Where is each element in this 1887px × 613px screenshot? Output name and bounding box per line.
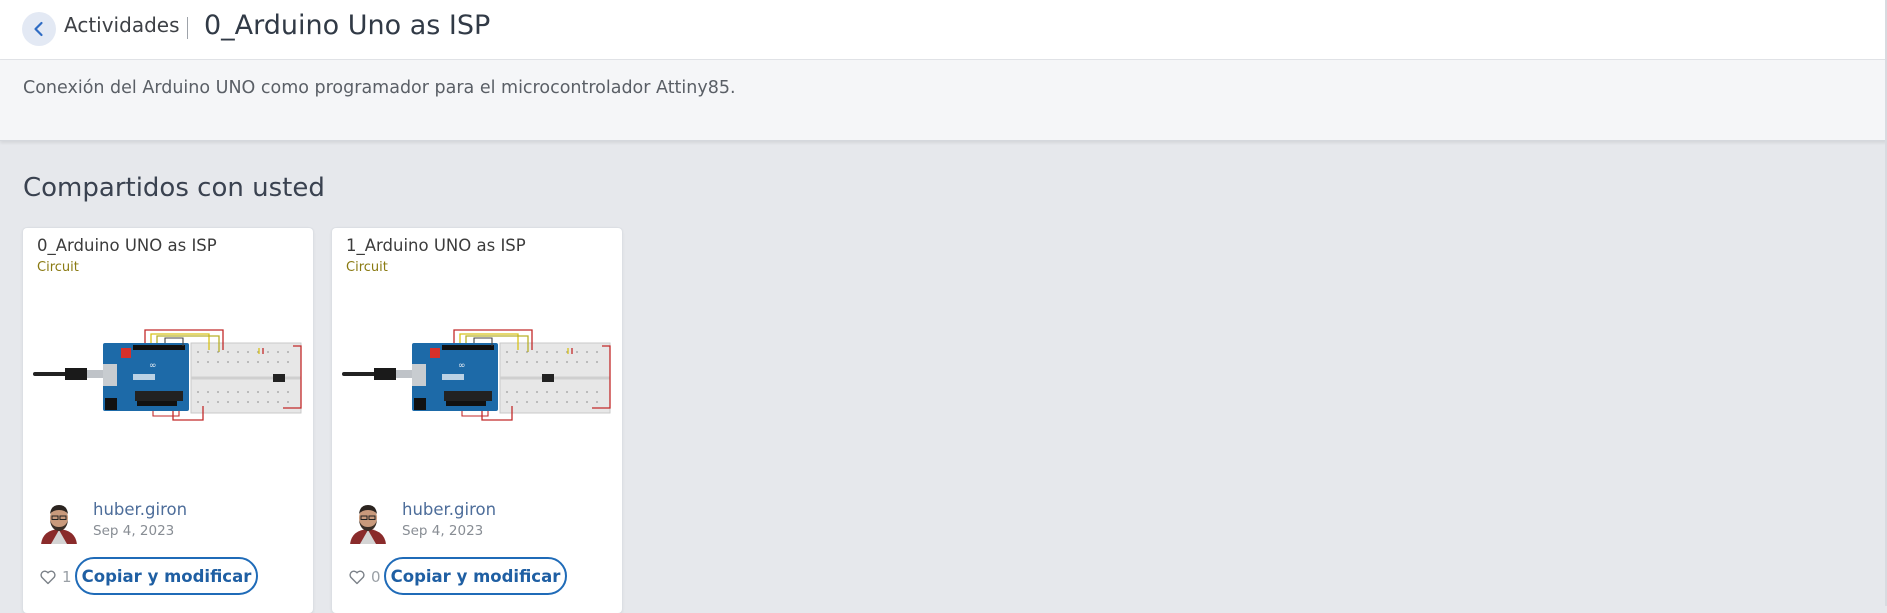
description-panel: Conexión del Arduino UNO como programado… [0, 60, 1887, 141]
chevron-left-icon [34, 21, 43, 37]
design-card[interactable]: 1_Arduino UNO as ISP Circuit ∞ huber.gir… [332, 228, 622, 613]
card-type-label: Circuit [37, 260, 79, 275]
copy-and-modify-button[interactable]: Copiar y modificar [384, 557, 567, 595]
svg-text:∞: ∞ [149, 361, 157, 371]
like-count: 0 [371, 568, 381, 586]
card-date: Sep 4, 2023 [93, 523, 175, 539]
card-date: Sep 4, 2023 [402, 523, 484, 539]
card-title[interactable]: 1_Arduino UNO as ISP [346, 236, 526, 255]
design-card[interactable]: 0_Arduino UNO as ISP Circuit ∞ huber.gir… [23, 228, 313, 613]
like-count: 1 [62, 568, 72, 586]
breadcrumb-actividades[interactable]: Actividades [64, 13, 180, 37]
circuit-thumbnail[interactable]: ∞ [342, 288, 614, 438]
section-heading: Compartidos con usted [23, 173, 325, 203]
card-title[interactable]: 0_Arduino UNO as ISP [37, 236, 217, 255]
heart-icon[interactable] [39, 568, 57, 586]
breadcrumb-divider [187, 17, 188, 39]
circuit-thumbnail[interactable]: ∞ [33, 288, 305, 438]
page-header: Actividades 0_Arduino Uno as ISP [0, 0, 1887, 60]
page-title: 0_Arduino Uno as ISP [204, 10, 491, 41]
project-description: Conexión del Arduino UNO como programado… [23, 78, 736, 98]
author-avatar[interactable] [348, 500, 388, 544]
svg-text:∞: ∞ [458, 361, 466, 371]
author-avatar[interactable] [39, 500, 79, 544]
card-type-label: Circuit [346, 260, 388, 275]
copy-and-modify-button[interactable]: Copiar y modificar [75, 557, 258, 595]
heart-icon[interactable] [348, 568, 366, 586]
author-link[interactable]: huber.giron [93, 500, 187, 519]
back-button[interactable] [22, 12, 56, 46]
author-link[interactable]: huber.giron [402, 500, 496, 519]
